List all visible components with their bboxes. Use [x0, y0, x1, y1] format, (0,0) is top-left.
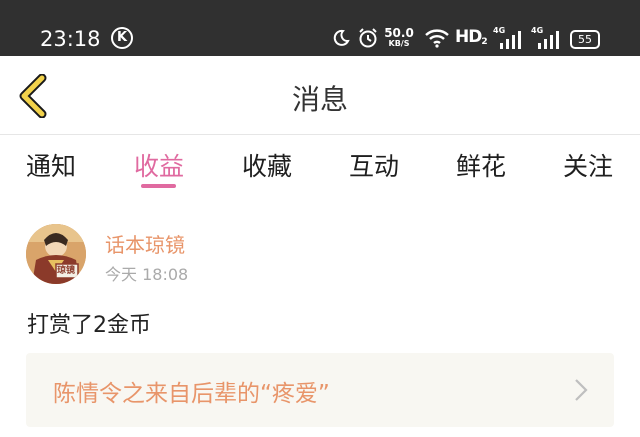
cell-signal-2: 4G — [531, 26, 559, 50]
message-text: 打赏了2金币 — [27, 313, 151, 338]
hd-label: HD — [455, 27, 482, 47]
network-speed-unit: KB/S — [388, 39, 410, 48]
signal-bars-icon — [500, 31, 521, 49]
tab-bar: 通知 收益 收藏 互动 鲜花 关注 — [0, 135, 640, 195]
chevron-right-icon — [575, 379, 588, 401]
network-speed: 50.0 KB/S — [383, 27, 415, 48]
page-title: 消息 — [291, 83, 348, 116]
avatar[interactable]: 琼镜 — [26, 224, 86, 284]
battery-indicator: 55 — [570, 30, 600, 49]
tab-earnings[interactable]: 收益 — [134, 147, 184, 183]
k-circle-icon: K — [111, 27, 133, 49]
tab-interactions[interactable]: 互动 — [349, 147, 399, 183]
work-title: 陈情令之来自后辈的“疼爱” — [53, 381, 330, 407]
do-not-disturb-moon-icon — [333, 29, 350, 46]
tab-following[interactable]: 关注 — [563, 147, 613, 183]
wifi-icon — [425, 29, 449, 48]
hd-voice-indicator: HD2 — [455, 27, 488, 47]
sender-name[interactable]: 话本琼镜 — [105, 229, 185, 258]
header-bar: 消息 — [0, 56, 640, 135]
network-speed-value: 50.0 — [384, 26, 414, 40]
avatar-badge-text: 琼镜 — [57, 266, 76, 276]
signal-bars-icon — [538, 31, 559, 49]
tab-notifications[interactable]: 通知 — [26, 147, 76, 183]
alarm-clock-icon — [359, 28, 377, 48]
tab-favorites[interactable]: 收藏 — [242, 147, 292, 183]
work-link-card[interactable]: 陈情令之来自后辈的“疼爱” — [26, 353, 614, 427]
hd-sub: 2 — [481, 37, 488, 47]
active-tab-indicator — [141, 184, 176, 188]
avatar-image — [26, 224, 86, 284]
tab-flowers[interactable]: 鲜花 — [456, 147, 506, 183]
cell-signal-1: 4G — [493, 26, 521, 50]
message-timestamp: 今天 18:08 — [105, 265, 189, 284]
status-time: 23:18 — [40, 27, 101, 51]
status-bar: 23:18 K 50.0 KB/S HD2 4G 4G 55 — [0, 0, 640, 56]
